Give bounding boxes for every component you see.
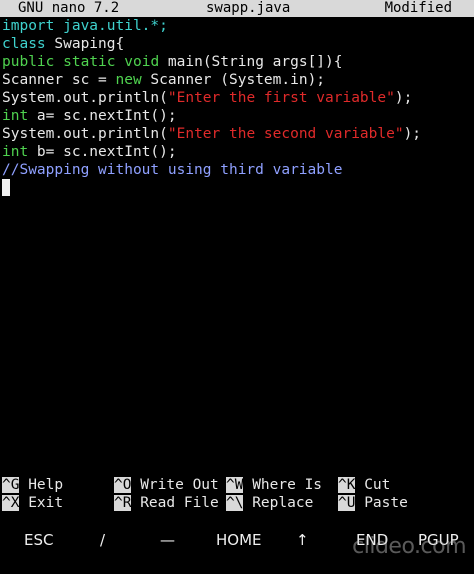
shortcut-row-1: ^G Help ^O Write Out ^W Where Is ^K Cut: [2, 476, 472, 494]
paste-shortcut[interactable]: ^U Paste: [338, 494, 408, 512]
code-line-5[interactable]: System.out.println("Enter the first vari…: [2, 89, 472, 107]
code-line-2[interactable]: class Swaping{: [2, 35, 472, 53]
int-keyword: int: [2, 144, 29, 160]
println-call: System.out.println(: [2, 90, 168, 106]
paste-label: Paste: [355, 495, 408, 511]
cut-label: Cut: [355, 477, 391, 493]
where-is-shortcut[interactable]: ^W Where Is: [226, 476, 322, 494]
paste-key: ^U: [338, 495, 356, 511]
help-label: Help: [19, 477, 64, 493]
where-is-key: ^W: [226, 477, 244, 493]
code-line-4[interactable]: Scanner sc = new Scanner (System.in);: [2, 71, 472, 89]
code-comment: //Swapping without using third variable: [2, 162, 343, 178]
code-line-9[interactable]: //Swapping without using third variable: [2, 161, 472, 179]
read-file-key: ^R: [114, 495, 132, 511]
esc-key[interactable]: ESC: [24, 528, 53, 552]
nano-shortcut-bar: ^G Help ^O Write Out ^W Where Is ^K Cut …: [2, 476, 472, 512]
int-keyword: int: [2, 108, 29, 124]
static-keyword: static: [63, 54, 116, 70]
println-close: );: [394, 90, 413, 106]
scanner-ctor: Scanner (System.in);: [141, 72, 326, 88]
public-keyword: public: [2, 54, 55, 70]
code-line-3[interactable]: public static void main(String args[]){: [2, 53, 472, 71]
exit-label: Exit: [19, 495, 64, 511]
read-file-shortcut[interactable]: ^R Read File: [114, 494, 219, 512]
string-literal: "Enter the second variable": [167, 126, 404, 142]
clideo-watermark: clideo.com: [352, 534, 466, 559]
class-name: Swaping{: [45, 36, 125, 52]
void-keyword: void: [124, 54, 160, 70]
dash-key[interactable]: —: [160, 528, 175, 552]
replace-key: ^\: [226, 495, 244, 511]
code-line-1[interactable]: import java.util.*;: [2, 17, 472, 35]
home-key[interactable]: HOME: [216, 528, 262, 552]
file-name: swapp.java: [206, 0, 291, 16]
slash-key[interactable]: /: [100, 528, 105, 552]
write-out-shortcut[interactable]: ^O Write Out: [114, 476, 219, 494]
new-keyword: new: [115, 72, 142, 88]
text-cursor: [2, 179, 10, 196]
println-call: System.out.println(: [2, 126, 168, 142]
code-line-10[interactable]: [2, 179, 472, 197]
code-line-7[interactable]: System.out.println("Enter the second var…: [2, 125, 472, 143]
exit-key: ^X: [2, 495, 20, 511]
code-line-8[interactable]: int b= sc.nextInt();: [2, 143, 472, 161]
main-signature: main(String args[]){: [159, 54, 343, 70]
exit-shortcut[interactable]: ^X Exit: [2, 494, 63, 512]
cut-key: ^K: [338, 477, 356, 493]
println-close: );: [403, 126, 422, 142]
where-is-label: Where Is: [243, 477, 323, 493]
class-keyword: class: [2, 36, 46, 52]
write-out-key: ^O: [114, 477, 132, 493]
modified-status: Modified: [384, 0, 452, 16]
import-statement: import java.util.*;: [2, 18, 168, 34]
var-a-decl: a= sc.nextInt();: [28, 108, 177, 124]
shortcut-row-2: ^X Exit ^R Read File ^\ Replace ^U Paste: [2, 494, 472, 512]
scanner-decl: Scanner sc =: [2, 72, 116, 88]
var-b-decl: b= sc.nextInt();: [28, 144, 177, 160]
replace-shortcut[interactable]: ^\ Replace: [226, 494, 313, 512]
help-key: ^G: [2, 477, 20, 493]
help-shortcut[interactable]: ^G Help: [2, 476, 63, 494]
editor-text-area[interactable]: import java.util.*; class Swaping{ publi…: [2, 17, 472, 197]
string-literal: "Enter the first variable": [167, 90, 395, 106]
code-line-6[interactable]: int a= sc.nextInt();: [2, 107, 472, 125]
cut-shortcut[interactable]: ^K Cut: [338, 476, 390, 494]
nano-title-bar: GNU nano 7.2 swapp.java Modified: [0, 0, 474, 17]
read-file-label: Read File: [131, 495, 219, 511]
replace-label: Replace: [243, 495, 314, 511]
write-out-label: Write Out: [131, 477, 219, 493]
up-arrow-key[interactable]: ↑: [296, 528, 309, 552]
app-name: GNU nano 7.2: [18, 0, 120, 16]
